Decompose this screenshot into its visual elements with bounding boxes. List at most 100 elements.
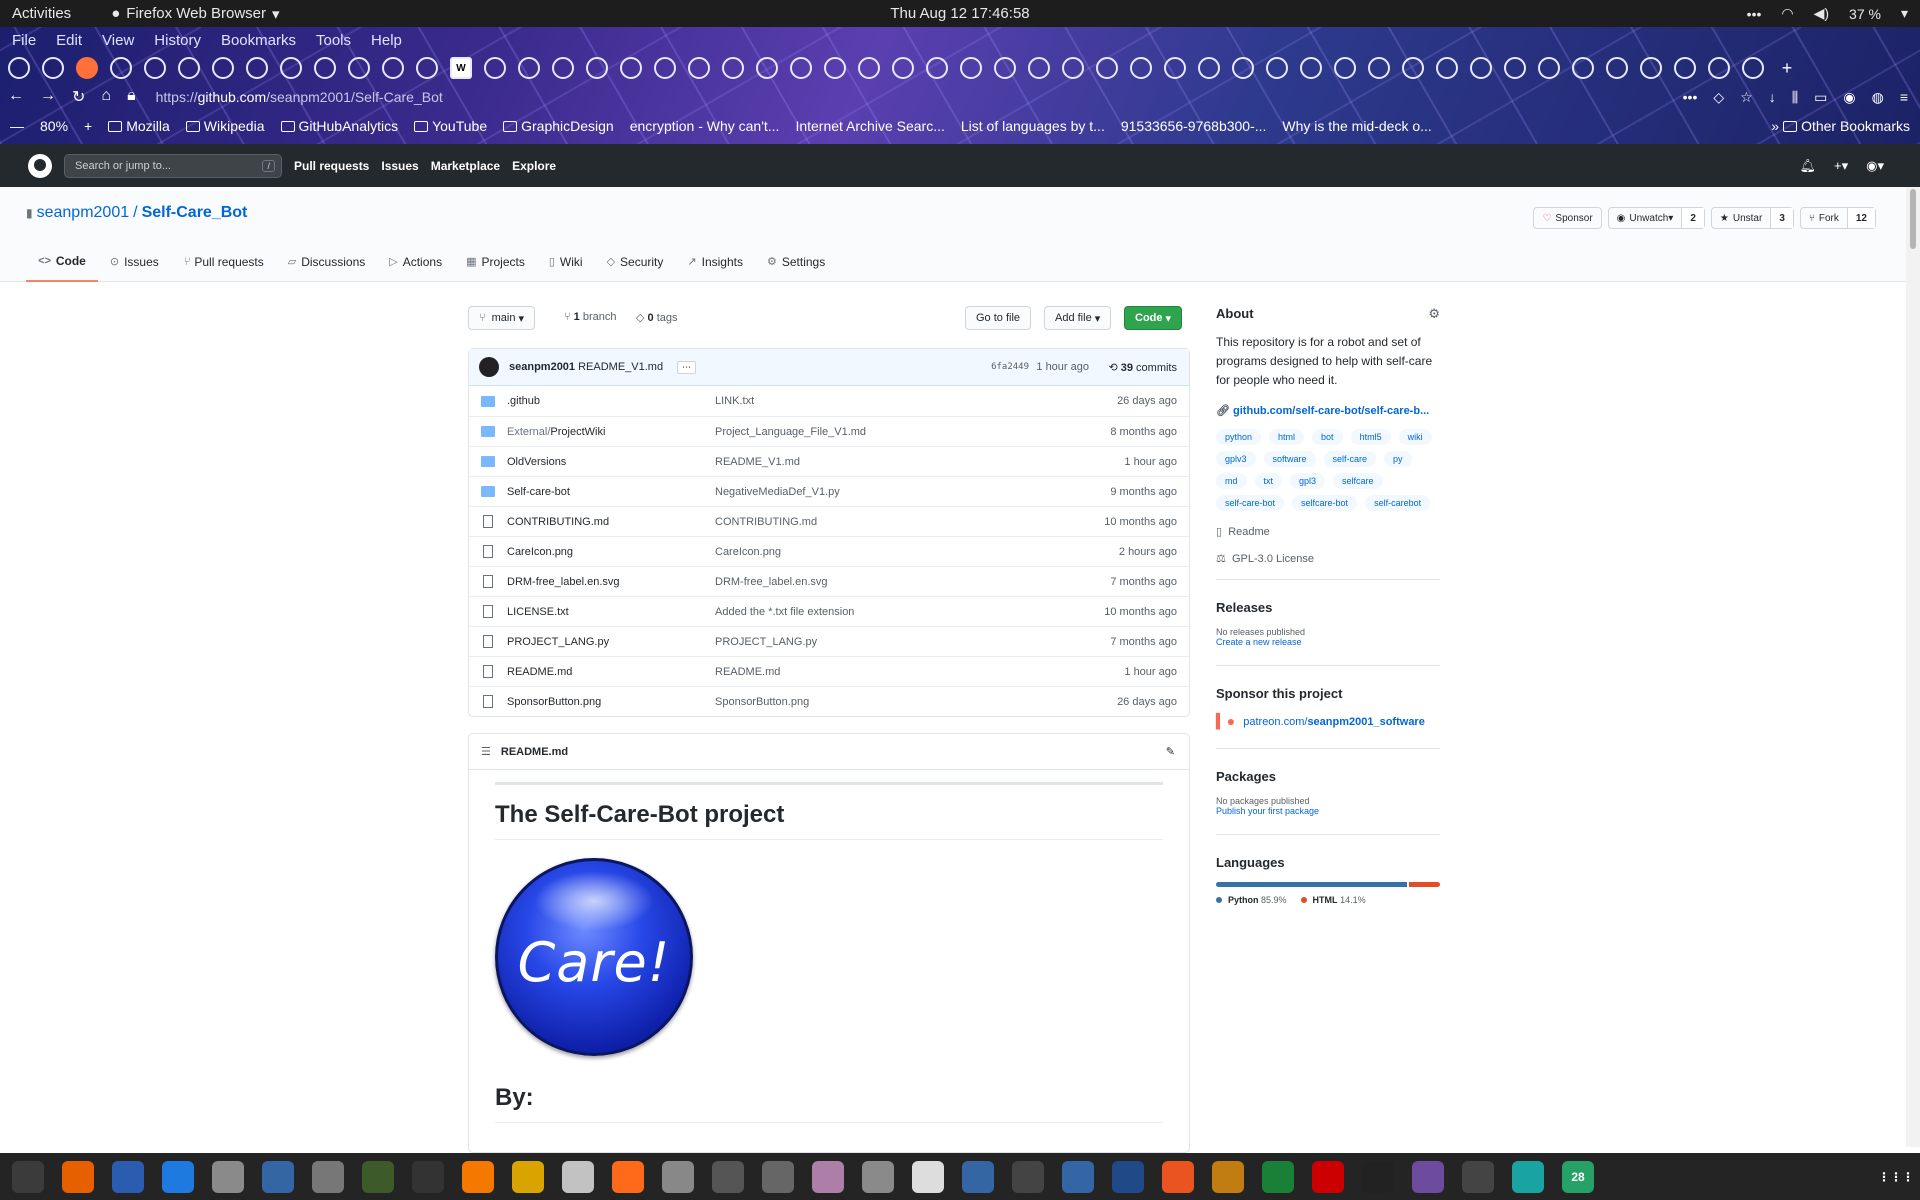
file-commit-message[interactable]: LINK.txt <box>715 395 754 407</box>
writer-icon[interactable] <box>262 1160 294 1193</box>
github-tab-icon[interactable] <box>1164 57 1186 79</box>
file-name[interactable]: External/ProjectWiki <box>507 426 715 438</box>
home-icon[interactable]: ⌂ <box>101 87 111 107</box>
github-tab-icon[interactable] <box>1436 57 1458 79</box>
nav-pull-requests[interactable]: Pull requests <box>294 159 369 173</box>
github-tab-icon[interactable] <box>1198 57 1220 79</box>
github-tab-icon[interactable] <box>586 57 608 79</box>
system-monitor-icon[interactable] <box>12 1160 44 1193</box>
language-item[interactable]: HTML 14.1% <box>1300 895 1366 905</box>
github-tab-icon[interactable] <box>620 57 642 79</box>
github-logo-icon[interactable] <box>28 153 52 178</box>
app-menu[interactable]: ● Firefox Web Browser ▾ <box>111 5 279 23</box>
file-name[interactable]: SponsorButton.png <box>507 696 715 708</box>
bookmark-other[interactable]: » Other Bookmarks <box>1771 118 1910 134</box>
firefox-tab-icon[interactable] <box>76 57 98 79</box>
topic-tag[interactable]: gpl3 <box>1290 473 1326 489</box>
tab-issues[interactable]: ⊙ Issues <box>98 251 171 282</box>
file-commit-message[interactable]: DRM-free_label.en.svg <box>715 576 828 588</box>
github-tab-icon[interactable] <box>416 57 438 79</box>
commit-sha[interactable]: 6fa2449 <box>991 362 1029 372</box>
file-name[interactable]: DRM-free_label.en.svg <box>507 576 715 588</box>
graph-icon[interactable] <box>562 1160 594 1193</box>
file-row[interactable]: Self-care-bot NegativeMediaDef_V1.py 9 mon… <box>469 476 1189 506</box>
releases-title[interactable]: Releases <box>1216 600 1440 615</box>
packages-title[interactable]: Packages <box>1216 769 1440 784</box>
github-tab-icon[interactable] <box>1334 57 1356 79</box>
github-tab-icon[interactable] <box>1130 57 1152 79</box>
terminal-icon[interactable] <box>412 1160 444 1193</box>
bookmark-encryption[interactable]: encryption - Why can't... <box>630 118 780 134</box>
patreon-link[interactable]: ▍● patreon.com/seanpm2001_software <box>1216 713 1440 730</box>
alert-icon[interactable] <box>1362 1160 1394 1193</box>
file-row[interactable]: PROJECT_LANG.py PROJECT_LANG.py 7 months a… <box>469 626 1189 656</box>
sponsor-button[interactable]: ♡ Sponsor <box>1533 207 1602 229</box>
back-icon[interactable]: ← <box>8 87 24 107</box>
vlc-icon[interactable] <box>462 1160 494 1193</box>
github-tab-icon[interactable] <box>552 57 574 79</box>
repo-name[interactable]: Self-Care_Bot <box>142 204 248 222</box>
star-count[interactable]: 3 <box>1770 208 1793 228</box>
app-grid-icon[interactable]: ⋮⋮⋮ <box>1878 1161 1914 1193</box>
branch-select[interactable]: ⑂ main ▾ <box>468 306 536 330</box>
github-tab-icon[interactable] <box>722 57 744 79</box>
github-tab-icon[interactable] <box>1538 57 1560 79</box>
bookmark-internet-archive[interactable]: Internet Archive Searc... <box>795 118 944 134</box>
disk-icon[interactable] <box>712 1160 744 1193</box>
bookmark-graphicdesign[interactable]: GraphicDesign <box>503 118 614 134</box>
github-tab-icon[interactable] <box>1742 57 1764 79</box>
calendar-icon[interactable]: 28 <box>1562 1160 1594 1193</box>
ellipsis-icon[interactable]: ⋯ <box>677 360 697 374</box>
tab-settings[interactable]: ⚙ Settings <box>755 251 837 282</box>
github-tab-icon[interactable] <box>212 57 234 79</box>
tab-security[interactable]: ◇ Security <box>595 251 676 282</box>
unwatch-button[interactable]: ◉ Unwatch ▾ 2 <box>1607 207 1705 229</box>
github-tab-icon[interactable] <box>1640 57 1662 79</box>
text-editor-icon[interactable] <box>112 1160 144 1193</box>
file-row[interactable]: README.md README.md 1 hour ago <box>469 656 1189 686</box>
search-input[interactable]: Search or jump to... / <box>64 153 282 178</box>
unstar-button[interactable]: ★ Unstar 3 <box>1710 207 1794 229</box>
readme-link[interactable]: ▯ Readme <box>1216 525 1440 538</box>
file-name[interactable]: CONTRIBUTING.md <box>507 516 715 528</box>
github-tab-icon[interactable] <box>1708 57 1730 79</box>
file-row[interactable]: CONTRIBUTING.md CONTRIBUTING.md 10 months … <box>469 506 1189 536</box>
url-field[interactable]: https://github.com/seanpm2001/Self-Care_… <box>156 89 443 105</box>
file-row[interactable]: .github LINK.txt 26 days ago <box>469 386 1189 416</box>
github-tab-icon[interactable] <box>484 57 506 79</box>
drawing-icon[interactable] <box>1512 1160 1544 1193</box>
menu-bookmarks[interactable]: Bookmarks <box>221 32 296 49</box>
topic-tag[interactable]: self-care-bot <box>1216 495 1285 511</box>
tab-projects[interactable]: ▦ Projects <box>454 251 537 282</box>
calc-sheet-icon[interactable] <box>1312 1160 1344 1193</box>
topic-tag[interactable]: wiki <box>1398 429 1432 445</box>
bookmark-mid-deck[interactable]: Why is the mid-deck o... <box>1282 118 1431 134</box>
file-commit-message[interactable]: Project_Language_File_V1.md <box>715 426 866 438</box>
fork-count[interactable]: 12 <box>1846 208 1875 228</box>
file-commit-message[interactable]: NegativeMediaDef_V1.py <box>715 486 840 498</box>
commit-author[interactable]: seanpm2001 <box>509 361 575 373</box>
publish-package-link[interactable]: Publish your first package <box>1216 806 1440 816</box>
vim-icon[interactable] <box>1112 1160 1144 1193</box>
file-commit-message[interactable]: README.md <box>715 666 780 678</box>
menu-view[interactable]: View <box>102 32 134 49</box>
file-name[interactable]: PROJECT_LANG.py <box>507 636 715 648</box>
topic-tag[interactable]: py <box>1384 451 1412 467</box>
bookmark-wikipedia[interactable]: Wikipedia <box>185 118 265 134</box>
commits-link[interactable]: ⟲ 39 commits <box>1108 361 1177 374</box>
topic-tag[interactable]: gplv3 <box>1216 451 1256 467</box>
firefox-icon[interactable] <box>62 1160 94 1193</box>
watch-count[interactable]: 2 <box>1681 208 1704 228</box>
topic-tag[interactable]: selfcare <box>1333 473 1383 489</box>
code-button[interactable]: Code ▾ <box>1124 306 1183 330</box>
avatar[interactable] <box>479 357 499 377</box>
repo-owner[interactable]: seanpm2001 <box>37 204 130 222</box>
branches-link[interactable]: ⑂ 1 branch <box>564 311 617 323</box>
bookmark-list-of-languages[interactable]: List of languages by t... <box>961 118 1105 134</box>
language-item[interactable]: Python 85.9% <box>1216 895 1287 905</box>
music-icon[interactable] <box>1412 1160 1444 1193</box>
scrollbar-thumb[interactable] <box>1910 189 1916 249</box>
github-tab-icon[interactable] <box>144 57 166 79</box>
menu-tools[interactable]: Tools <box>316 32 351 49</box>
license-link[interactable]: ⚖ GPL-3.0 License <box>1216 552 1440 565</box>
